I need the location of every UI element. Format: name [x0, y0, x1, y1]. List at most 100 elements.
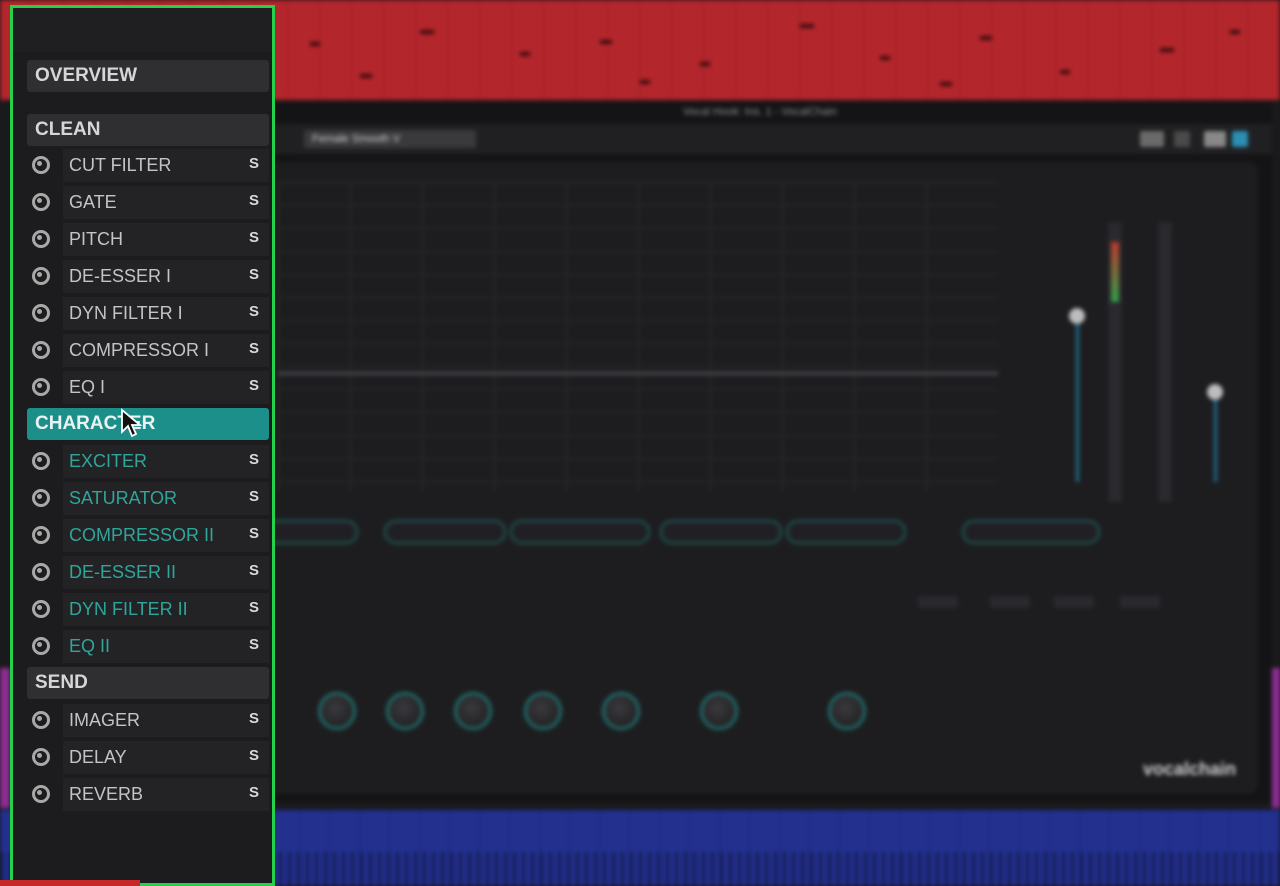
- compare-button[interactable]: [1140, 131, 1164, 147]
- deesser-module-pill[interactable]: [660, 520, 782, 544]
- power-toggle-icon[interactable]: [27, 519, 53, 552]
- power-toggle-icon[interactable]: [27, 186, 53, 219]
- input-fader-track: [1076, 312, 1079, 482]
- module-item-reverb[interactable]: REVERB S: [27, 778, 269, 811]
- power-toggle-icon[interactable]: [27, 334, 53, 367]
- plugin-main-panel: vocalchain: [258, 162, 1258, 794]
- module-item-dyn-filter-ii[interactable]: DYN FILTER II S: [27, 593, 269, 626]
- module-label[interactable]: REVERB: [63, 778, 239, 811]
- eq-module-pill[interactable]: [962, 520, 1100, 544]
- module-item-cut-filter[interactable]: CUT FILTER S: [27, 149, 269, 182]
- solo-button[interactable]: S: [239, 223, 269, 256]
- solo-button[interactable]: S: [239, 593, 269, 626]
- module-item-de-esser-i[interactable]: DE-ESSER IS: [27, 260, 269, 293]
- power-toggle-icon[interactable]: [27, 149, 53, 182]
- module-item-delay[interactable]: DELAY S: [27, 741, 269, 774]
- power-toggle-icon[interactable]: [27, 482, 53, 515]
- module-label[interactable]: DYN FILTER I: [63, 297, 239, 330]
- module-label[interactable]: DYN FILTER II: [63, 593, 239, 626]
- power-toggle-icon[interactable]: [27, 260, 53, 293]
- solo-button[interactable]: S: [239, 482, 269, 515]
- reduction-knob[interactable]: [700, 692, 738, 730]
- eq-atten-value: [990, 596, 1030, 608]
- module-label[interactable]: SATURATOR: [63, 482, 239, 515]
- solo-button[interactable]: S: [239, 519, 269, 552]
- preset-selector[interactable]: Female Smooth V: [304, 130, 476, 148]
- module-label[interactable]: COMPRESSOR II: [63, 519, 239, 552]
- solo-button[interactable]: S: [239, 556, 269, 589]
- eq-boost2-value: [1054, 596, 1094, 608]
- power-toggle-icon[interactable]: [27, 223, 53, 256]
- solo-button[interactable]: S: [239, 149, 269, 182]
- module-label[interactable]: PITCH: [63, 223, 239, 256]
- eq-atten2-value: [1120, 596, 1160, 608]
- module-label[interactable]: CUT FILTER: [63, 149, 239, 182]
- settings-button[interactable]: [1204, 131, 1226, 147]
- plugin-toolbar: Female Smooth V: [248, 124, 1272, 154]
- solo-button[interactable]: S: [239, 297, 269, 330]
- power-toggle-icon[interactable]: [27, 704, 53, 737]
- module-item-eq-i[interactable]: EQ IS: [27, 371, 269, 404]
- eq-graph: [278, 182, 998, 492]
- solo-button[interactable]: S: [239, 630, 269, 663]
- module-item-imager[interactable]: IMAGER S: [27, 704, 269, 737]
- solo-button[interactable]: S: [239, 704, 269, 737]
- timeline-strip: [0, 880, 140, 886]
- solo-button[interactable]: S: [239, 445, 269, 478]
- module-item-exciter[interactable]: EXCITER S: [27, 445, 269, 478]
- section-send[interactable]: SEND: [27, 667, 269, 699]
- solo-button[interactable]: S: [239, 371, 269, 404]
- power-toggle-icon[interactable]: [27, 371, 53, 404]
- vocalchain-logo: vocalchain: [1142, 759, 1236, 779]
- dynfilter-module-pill[interactable]: [786, 520, 906, 544]
- bypass-button[interactable]: [1232, 131, 1248, 147]
- solo-button[interactable]: S: [239, 334, 269, 367]
- section-clean[interactable]: CLEAN: [27, 114, 269, 146]
- power-toggle-icon[interactable]: [27, 297, 53, 330]
- module-item-compressor-ii[interactable]: COMPRESSOR II S: [27, 519, 269, 552]
- solo-button[interactable]: S: [239, 186, 269, 219]
- plugin-window: Vocal Hook: Ins. 1 - VocalChain Female S…: [248, 102, 1272, 802]
- module-label[interactable]: EXCITER: [63, 445, 239, 478]
- output-fader-handle[interactable]: [1207, 384, 1223, 400]
- menu-dropdown-button[interactable]: [1174, 131, 1190, 147]
- eq-boost-value: [918, 596, 958, 608]
- saturator-module-pill[interactable]: [384, 520, 506, 544]
- solo-button[interactable]: S: [239, 778, 269, 811]
- module-label[interactable]: DE-ESSER II: [63, 556, 239, 589]
- compressor-module-pill[interactable]: [510, 520, 650, 544]
- module-label[interactable]: DE-ESSER I: [63, 260, 239, 293]
- module-item-pitch[interactable]: PITCH S: [27, 223, 269, 256]
- drive-knob[interactable]: [386, 692, 424, 730]
- module-item-gate[interactable]: GATE S: [27, 186, 269, 219]
- power-toggle-icon[interactable]: [27, 593, 53, 626]
- thresh-knob[interactable]: [828, 692, 866, 730]
- power-toggle-icon[interactable]: [27, 778, 53, 811]
- module-item-de-esser-ii[interactable]: DE-ESSER II S: [27, 556, 269, 589]
- mouse-pointer-icon: [121, 408, 142, 438]
- power-toggle-icon[interactable]: [27, 445, 53, 478]
- clarity-knob[interactable]: [318, 692, 356, 730]
- dry-wet-knob[interactable]: [602, 692, 640, 730]
- module-label[interactable]: GATE: [63, 186, 239, 219]
- input-fader-handle[interactable]: [1069, 308, 1085, 324]
- module-label[interactable]: EQ II: [63, 630, 239, 663]
- section-character[interactable]: CHARACTER: [27, 408, 269, 440]
- power-toggle-icon[interactable]: [27, 630, 53, 663]
- compress-knob[interactable]: [524, 692, 562, 730]
- module-label[interactable]: EQ I: [63, 371, 239, 404]
- module-label[interactable]: DELAY: [63, 741, 239, 774]
- module-label[interactable]: COMPRESSOR I: [63, 334, 239, 367]
- module-label[interactable]: IMAGER: [63, 704, 239, 737]
- output-knob[interactable]: [454, 692, 492, 730]
- power-toggle-icon[interactable]: [27, 556, 53, 589]
- section-overview[interactable]: OVERVIEW: [27, 60, 269, 92]
- power-toggle-icon[interactable]: [27, 741, 53, 774]
- module-item-saturator[interactable]: SATURATOR S: [27, 482, 269, 515]
- module-item-eq-ii[interactable]: EQ II S: [27, 630, 269, 663]
- solo-button[interactable]: S: [239, 741, 269, 774]
- module-item-dyn-filter-i[interactable]: DYN FILTER IS: [27, 297, 269, 330]
- solo-button[interactable]: S: [239, 260, 269, 293]
- module-item-compressor-i[interactable]: COMPRESSOR IS: [27, 334, 269, 367]
- sidebar-header: [13, 8, 272, 52]
